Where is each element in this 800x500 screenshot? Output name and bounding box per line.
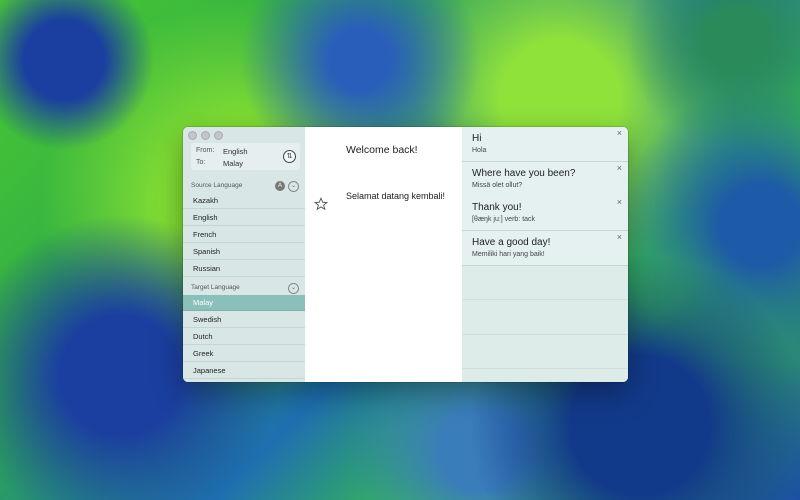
- window-controls: [188, 131, 223, 140]
- target-language-item[interactable]: Greek: [183, 346, 305, 362]
- to-label: To:: [196, 159, 206, 166]
- history-secondary-text: Missä olet ollut?: [472, 181, 523, 189]
- translator-window: From: English To: Malay ⇅ Source Languag…: [183, 127, 628, 382]
- input-text[interactable]: Welcome back!: [346, 144, 418, 156]
- history-item[interactable]: Thank you! [θæŋk juː] verb: tack ×: [462, 196, 628, 231]
- zoom-window-button[interactable]: [214, 131, 223, 140]
- sidebar: From: English To: Malay ⇅ Source Languag…: [183, 127, 306, 382]
- target-language-label: Target Language: [191, 284, 240, 291]
- from-label: From:: [196, 147, 215, 154]
- history-item[interactable]: Have a good day! Memiliki hari yang baik!…: [462, 230, 628, 266]
- output-text: Selamat datang kembali!: [346, 191, 446, 201]
- minimize-window-button[interactable]: [201, 131, 210, 140]
- source-language-item[interactable]: French: [183, 227, 305, 243]
- history-empty-row: [462, 300, 628, 335]
- history-primary-text: Hi: [472, 133, 482, 144]
- source-language-item[interactable]: Kazakh: [183, 193, 305, 209]
- history-primary-text: Thank you!: [472, 202, 522, 213]
- history-empty-row: [462, 334, 628, 369]
- translation-panel: Welcome back! Selamat datang kembali!: [305, 127, 461, 382]
- history-empty-row: [462, 265, 628, 300]
- target-language-item[interactable]: Dutch: [183, 329, 305, 345]
- close-window-button[interactable]: [188, 131, 197, 140]
- history-primary-text: Have a good day!: [472, 236, 551, 248]
- close-icon[interactable]: ×: [617, 163, 622, 173]
- history-primary-text: Where have you been?: [472, 167, 576, 179]
- source-language-label: Source Language: [191, 182, 243, 189]
- swap-icon[interactable]: ⇅: [283, 150, 296, 163]
- history-panel: Hi Hola × Where have you been? Missä olet ol…: [462, 127, 628, 382]
- history-secondary-text: [θæŋk juː] verb: tack: [472, 216, 536, 223]
- close-icon[interactable]: ×: [617, 232, 622, 242]
- source-language-item[interactable]: Russian: [183, 261, 305, 277]
- from-row: From: English: [196, 147, 248, 156]
- to-row: To: Malay: [196, 159, 243, 168]
- history-item[interactable]: Hi Hola ×: [462, 127, 628, 162]
- source-language-item[interactable]: English: [183, 210, 305, 226]
- target-language-item[interactable]: Swedish: [183, 312, 305, 328]
- auto-detect-badge[interactable]: A: [275, 181, 285, 191]
- close-icon[interactable]: ×: [617, 128, 622, 138]
- history-secondary-text: Hola: [472, 147, 487, 154]
- source-language-item[interactable]: Spanish: [183, 244, 305, 260]
- to-value[interactable]: Malay: [223, 159, 243, 168]
- history-secondary-text: Memiliki hari yang baik!: [472, 250, 545, 258]
- close-icon[interactable]: ×: [617, 197, 622, 207]
- star-icon[interactable]: [314, 197, 328, 211]
- chevron-down-icon[interactable]: ⌄: [288, 181, 299, 192]
- from-value[interactable]: English: [223, 147, 248, 156]
- target-language-item[interactable]: Malay: [183, 295, 305, 311]
- chevron-down-icon[interactable]: ⌄: [288, 283, 299, 294]
- history-item[interactable]: Where have you been? Missä olet ollut? ×: [462, 161, 628, 197]
- target-language-item[interactable]: Japanese: [183, 363, 305, 379]
